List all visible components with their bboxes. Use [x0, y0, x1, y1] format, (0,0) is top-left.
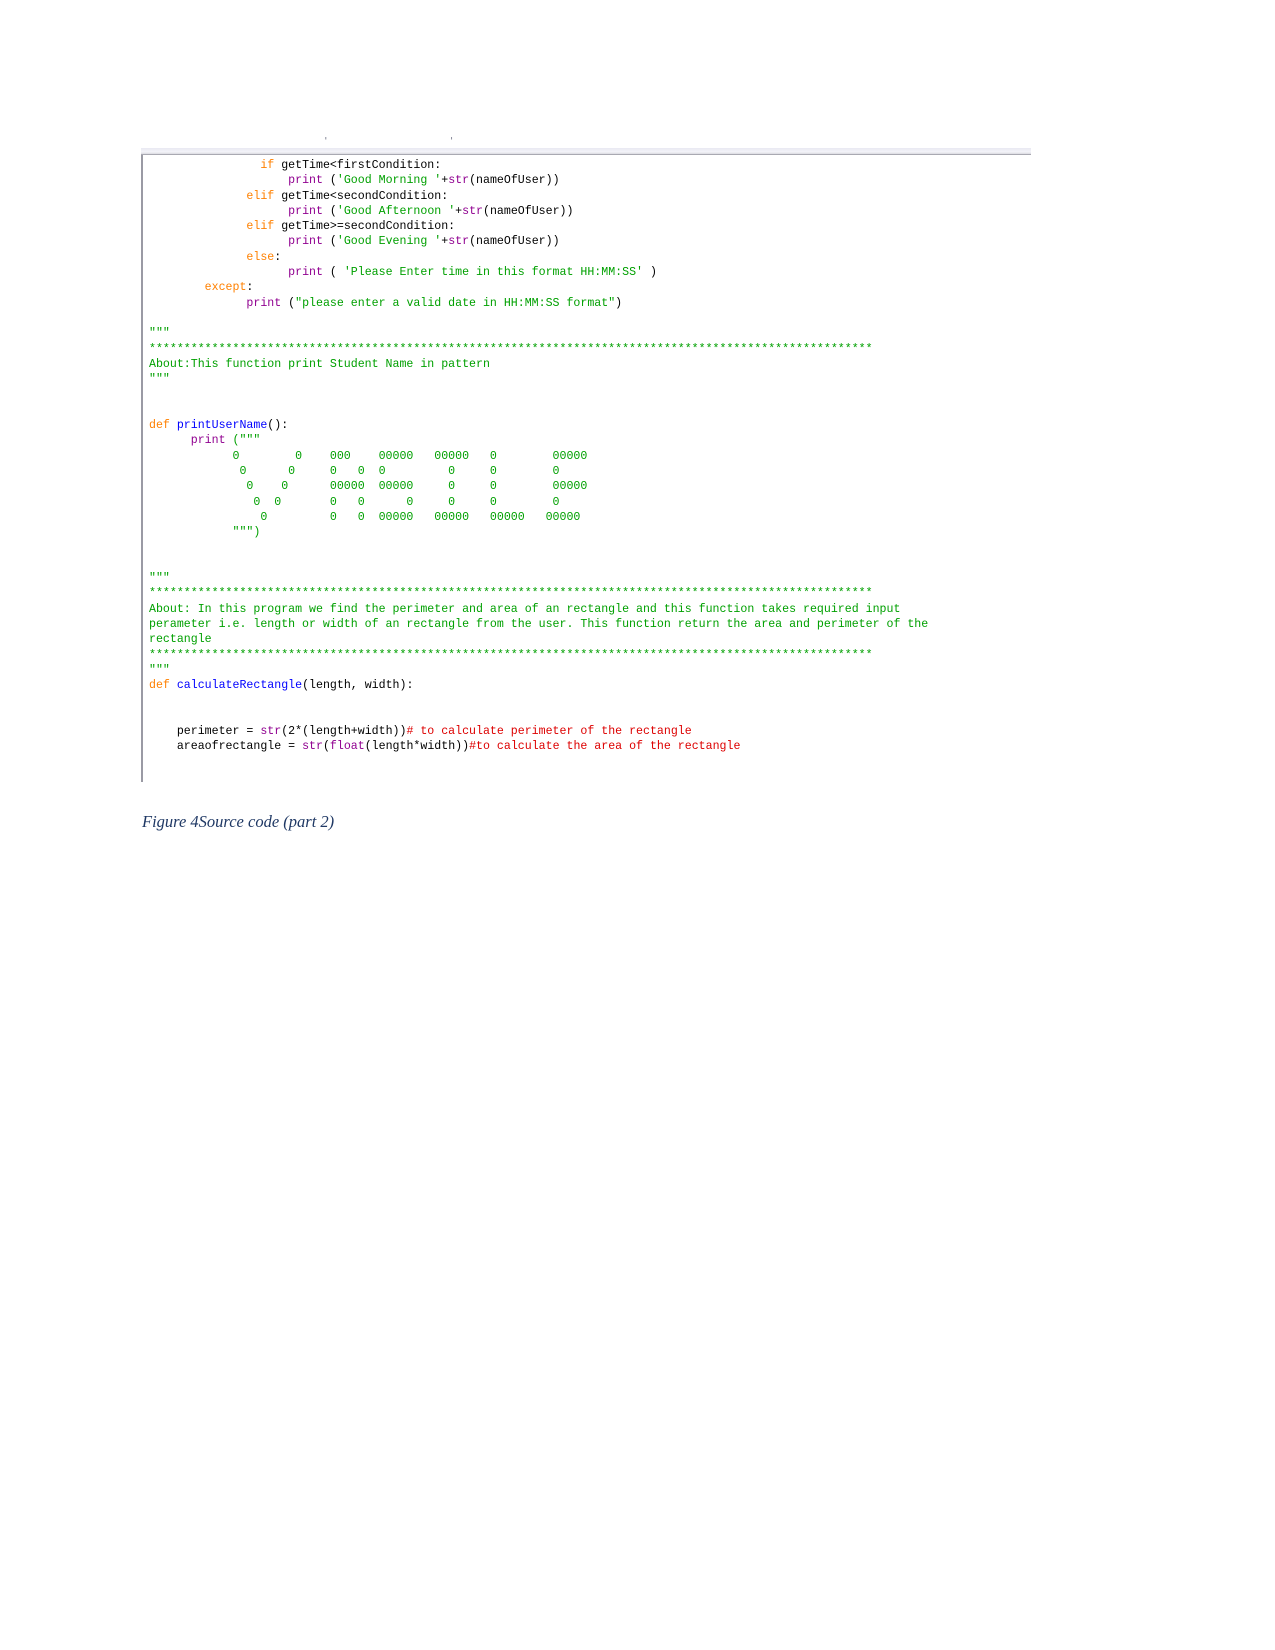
menu-item-help[interactable]: Help — [432, 137, 456, 140]
code-func-print-user-name: def printUserName(): print (""" 0 0 000 … — [149, 419, 588, 540]
code-block-greeting: if getTime<firstCondition: print ('Good … — [204, 159, 657, 310]
code-docstring-1: """ ************************************… — [149, 327, 873, 387]
menu-item-window[interactable]: Window — [373, 137, 415, 140]
menu-item-run[interactable]: Run — [277, 137, 299, 140]
menu-item-file[interactable]: File — [148, 137, 167, 140]
code-func-calculate-rectangle: def calculateRectangle(length, width): p… — [149, 679, 741, 754]
code-docstring-2: """ ************************************… — [149, 572, 929, 677]
idle-editor-window: File Edit Format Run Options Window Help if ge… — [141, 137, 1031, 782]
menu-item-format[interactable]: Format — [222, 137, 260, 140]
menu-item-options[interactable]: Options — [315, 137, 356, 140]
code-editor-pane[interactable]: if getTime<firstCondition: print ('Good … — [141, 155, 1031, 782]
menu-bar-items[interactable]: File Edit Format Run Options Window Help — [141, 137, 1031, 148]
figure-caption: Figure 4Source code (part 2) — [142, 812, 335, 831]
menu-item-edit[interactable]: Edit — [184, 137, 205, 140]
source-code-text[interactable]: if getTime<firstCondition: print ('Good … — [143, 155, 1031, 755]
